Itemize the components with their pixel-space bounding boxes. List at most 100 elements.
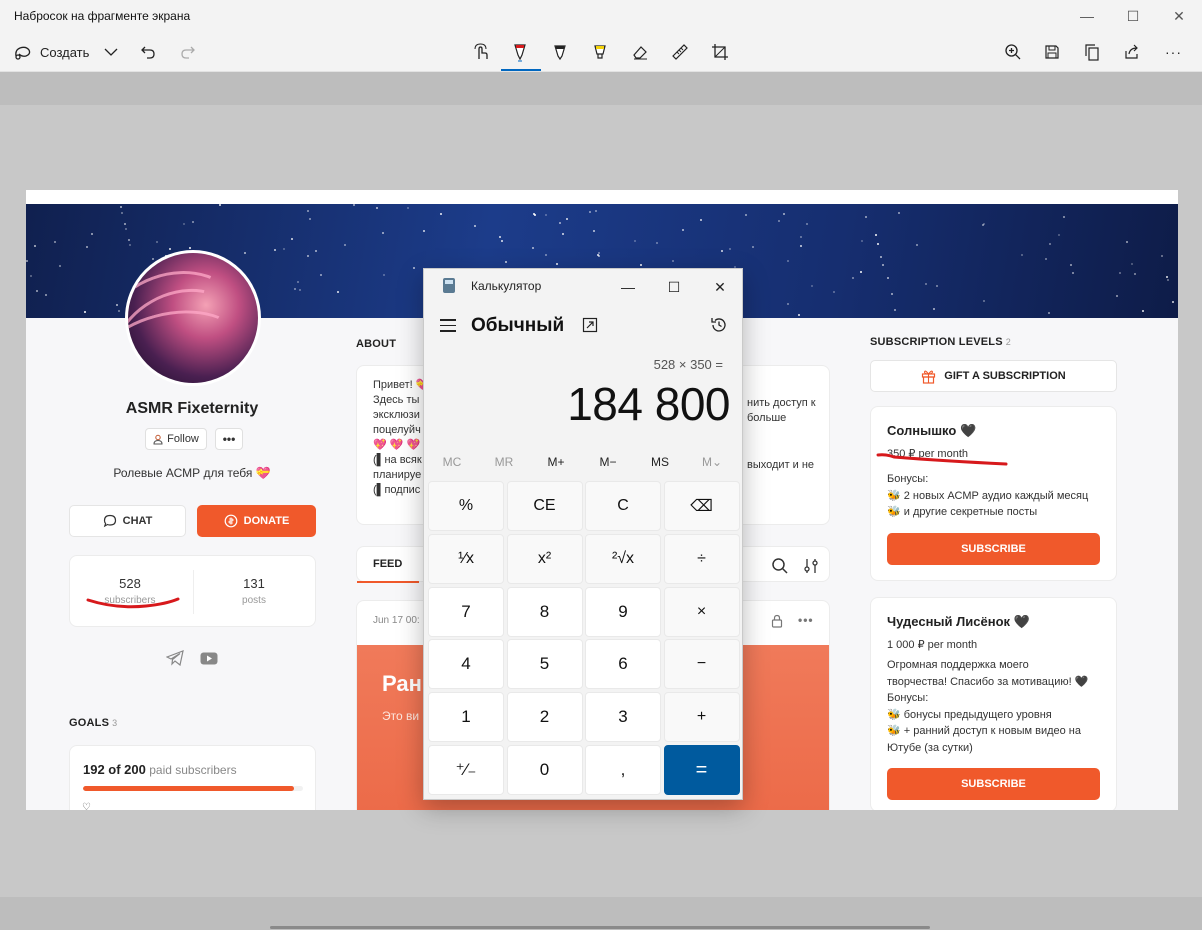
tier-1-description-line: Бонусы: [887, 473, 929, 485]
gift-icon [922, 370, 936, 384]
reciprocal-key[interactable]: ¹⁄x [428, 533, 504, 584]
decimal-key[interactable]: , [585, 745, 661, 795]
goal-progress-bar [83, 786, 303, 791]
posts-stat[interactable]: 131 posts [194, 576, 314, 606]
youtube-link[interactable] [199, 650, 219, 666]
tier-1-subscribe-button[interactable]: SUBSCRIBE [887, 533, 1100, 565]
memory-clear-button[interactable]: MC [426, 455, 478, 469]
pencil-button[interactable] [551, 38, 569, 66]
calculator-mode-title: Обычный [471, 315, 565, 336]
subscription-levels-header: SUBSCRIPTION LEVELS 2 [870, 336, 1011, 348]
undo-button[interactable] [140, 38, 156, 66]
digit-9-key[interactable]: 9 [585, 586, 661, 637]
horizontal-scrollbar[interactable] [270, 926, 930, 929]
memory-add-button[interactable]: M+ [530, 455, 582, 469]
negate-key[interactable]: ⁺⁄₋ [428, 745, 504, 795]
digit-2-key[interactable]: 2 [506, 692, 583, 743]
square-root-key[interactable]: ²√x [585, 533, 661, 584]
post-date: Jun 17 00: [373, 615, 420, 626]
touch-writing-button[interactable] [472, 38, 490, 66]
coin-icon [224, 514, 238, 528]
tier-2-subscribe-button[interactable]: SUBSCRIBE [887, 768, 1100, 800]
pencil-icon [554, 45, 566, 61]
subscription-levels-count: 2 [1005, 337, 1011, 347]
digit-0-key[interactable]: 0 [506, 745, 583, 795]
user-add-icon [153, 434, 163, 444]
equals-key[interactable]: = [663, 745, 740, 795]
square-key[interactable]: x² [506, 533, 583, 584]
telegram-link[interactable] [165, 650, 185, 666]
highlighter-icon [594, 45, 606, 59]
goal-like-icon[interactable]: ♡ [82, 802, 91, 810]
goal-card[interactable]: 192 of 200 paid subscribers ♡ [69, 745, 316, 810]
gift-subscription-button[interactable]: GIFT A SUBSCRIPTION [870, 360, 1117, 392]
copy-icon [1085, 43, 1099, 61]
minimize-button[interactable]: — [1064, 0, 1110, 32]
calculator-minimize-button[interactable]: — [605, 273, 651, 301]
page-top-strip [26, 190, 1178, 204]
digit-4-key[interactable]: 4 [428, 639, 504, 690]
goal-progress-unit: paid subscribers [149, 763, 237, 777]
memory-store-button[interactable]: MS [634, 455, 686, 469]
calculator-maximize-button[interactable]: ☐ [651, 273, 697, 301]
memory-recall-button[interactable]: MR [478, 455, 530, 469]
search-icon[interactable] [771, 557, 789, 575]
tier-2-price: 1 000 ₽ per month [887, 639, 978, 651]
clear-key[interactable]: C [585, 481, 661, 531]
donate-button[interactable]: DONATE [197, 505, 316, 537]
subtract-key[interactable]: − [663, 639, 740, 690]
zoom-button[interactable] [1004, 38, 1022, 66]
clear-entry-key[interactable]: CE [506, 481, 583, 531]
follow-button[interactable]: Follow [145, 428, 207, 450]
profile-tagline: Ролевые АСМР для тебя 💝 [113, 466, 271, 480]
add-key[interactable]: + [663, 692, 740, 743]
close-button[interactable]: ✕ [1156, 0, 1202, 32]
filter-icon[interactable] [803, 557, 819, 575]
share-button[interactable] [1124, 38, 1141, 66]
divide-key[interactable]: ÷ [663, 533, 740, 584]
copy-button[interactable] [1084, 38, 1100, 66]
calculator-title: Калькулятор [471, 279, 542, 293]
calculator-close-button[interactable]: ✕ [697, 273, 743, 301]
profile-more-button[interactable]: ••• [215, 428, 243, 450]
history-icon[interactable] [710, 316, 728, 334]
multiply-key[interactable]: × [663, 586, 740, 637]
telegram-icon [166, 650, 184, 666]
highlighter-button[interactable] [591, 38, 609, 66]
memory-list-button[interactable]: M⌄ [686, 455, 738, 469]
tier-card-1: Солнышко 🖤 350 ₽ per month Бонусы: 🐝 2 но… [870, 406, 1117, 581]
save-button[interactable] [1044, 38, 1060, 66]
keep-on-top-icon[interactable] [582, 317, 598, 333]
snip-icon [15, 46, 31, 60]
app-toolbar: Создать ··· [0, 32, 1202, 72]
maximize-button[interactable]: ☐ [1110, 0, 1156, 32]
chat-button[interactable]: CHAT [69, 505, 186, 537]
crop-button[interactable] [711, 38, 729, 66]
gift-subscription-label: GIFT A SUBSCRIPTION [944, 370, 1066, 382]
digit-7-key[interactable]: 7 [428, 586, 504, 637]
goal-progress-value: 192 of 200 [83, 762, 146, 777]
digit-1-key[interactable]: 1 [428, 692, 504, 743]
percent-key[interactable]: % [428, 481, 504, 531]
ballpoint-pen-button[interactable] [511, 38, 529, 66]
chevron-down-icon [104, 48, 118, 56]
redo-button[interactable] [180, 38, 196, 66]
more-options-button[interactable]: ··· [1165, 38, 1182, 66]
eraser-button[interactable] [631, 38, 649, 66]
tab-feed[interactable]: FEED [373, 558, 402, 570]
digit-3-key[interactable]: 3 [585, 692, 661, 743]
calculator-expression: 528 × 350 = [653, 357, 723, 372]
zoom-in-icon [1005, 44, 1021, 60]
create-dropdown-button[interactable] [104, 38, 118, 66]
create-button[interactable]: Создать [14, 38, 89, 66]
digit-6-key[interactable]: 6 [585, 639, 661, 690]
lock-icon [771, 614, 783, 628]
backspace-key[interactable]: ⌫ [663, 481, 740, 531]
hamburger-menu-icon[interactable] [440, 319, 456, 336]
avatar [125, 250, 261, 386]
digit-8-key[interactable]: 8 [506, 586, 583, 637]
ruler-button[interactable] [671, 38, 689, 66]
digit-5-key[interactable]: 5 [506, 639, 583, 690]
post-more-button[interactable]: ••• [798, 613, 814, 627]
memory-subtract-button[interactable]: M− [582, 455, 634, 469]
